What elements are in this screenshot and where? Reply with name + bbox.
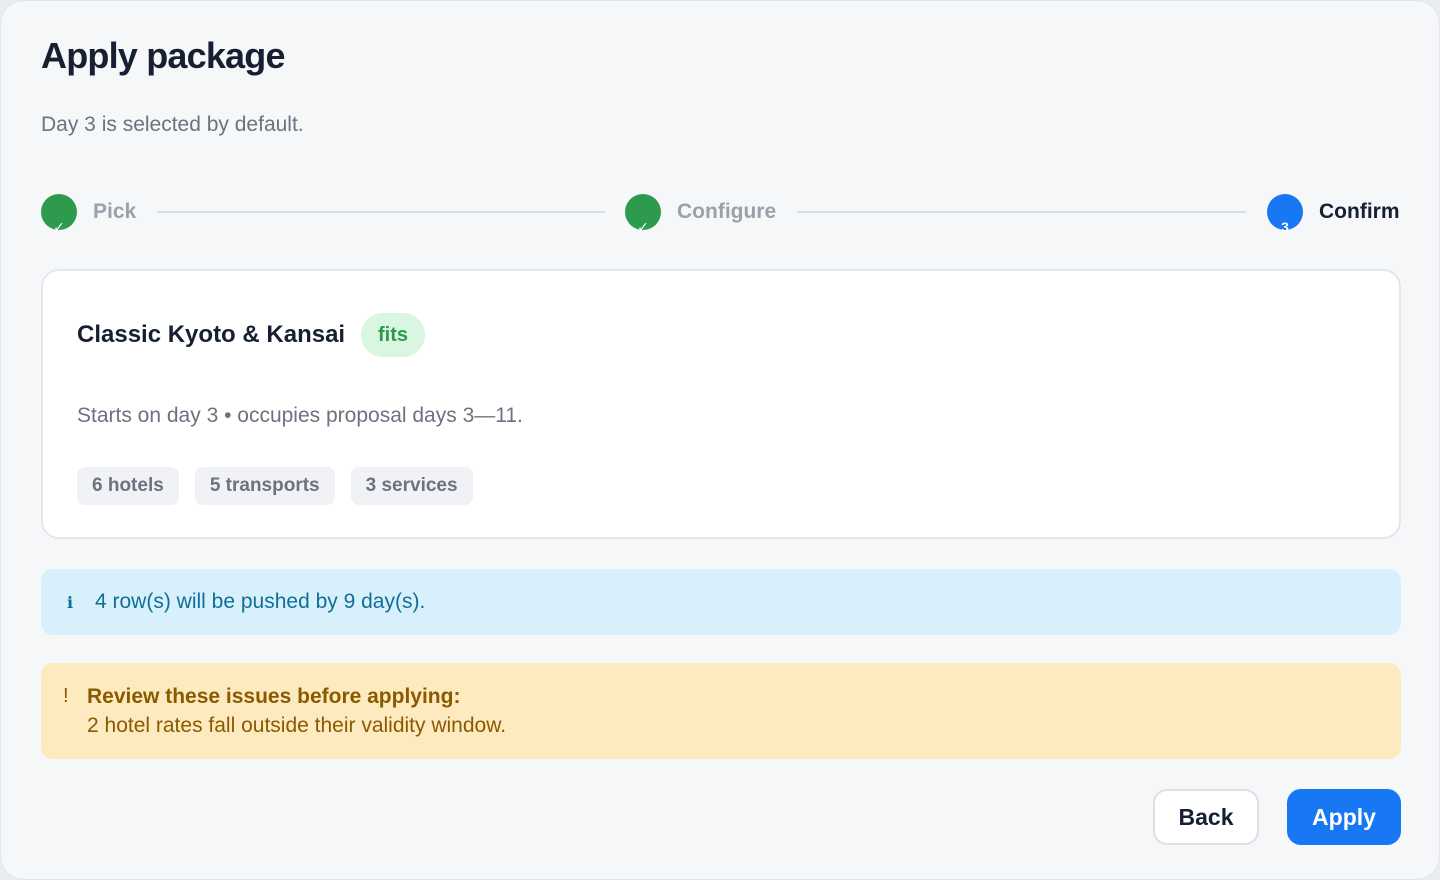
apply-package-dialog: Apply package Day 3 is selected by defau… <box>0 0 1440 880</box>
step-complete-icon: ✓ <box>625 194 661 234</box>
step-label: Configure <box>677 200 777 223</box>
step-configure[interactable]: ✓ Configure <box>625 193 777 234</box>
dialog-subtitle: Day 3 is selected by default. <box>41 113 304 136</box>
step-confirm[interactable]: 3 Confirm <box>1267 193 1400 234</box>
step-connector <box>797 211 1246 213</box>
apply-button[interactable]: Apply <box>1287 789 1401 845</box>
step-label: Pick <box>93 200 137 223</box>
services-chip: 3 services <box>350 467 473 505</box>
warning-banner: ! Review these issues before applying: 2… <box>41 663 1401 759</box>
package-card: Classic Kyoto & Kansai fits Starts on da… <box>41 269 1401 539</box>
step-label: Confirm <box>1319 200 1400 223</box>
stepper: ✓ Pick ✓ Configure 3 Confirm <box>41 193 1401 234</box>
info-icon: i <box>67 592 74 612</box>
step-connector <box>157 211 605 213</box>
step-number-icon: 3 <box>1267 194 1303 234</box>
transports-chip: 5 transports <box>194 467 335 505</box>
step-pick[interactable]: ✓ Pick <box>41 193 137 234</box>
package-summary-chips: 6 hotels 5 transports 3 services <box>77 467 473 505</box>
warning-title: Review these issues before applying: <box>87 685 461 708</box>
package-name: Classic Kyoto & Kansai <box>77 321 346 348</box>
dialog-title: Apply package <box>41 35 286 76</box>
info-message: 4 row(s) will be pushed by 9 day(s). <box>95 590 426 613</box>
step-complete-icon: ✓ <box>41 194 77 234</box>
fit-status-badge: fits <box>361 313 425 357</box>
warning-icon: ! <box>63 685 69 707</box>
hotels-chip: 6 hotels <box>77 467 179 505</box>
back-button[interactable]: Back <box>1153 789 1259 845</box>
package-description: Starts on day 3 • occupies proposal days… <box>77 404 523 427</box>
warning-message: 2 hotel rates fall outside their validit… <box>87 714 507 737</box>
info-banner: i 4 row(s) will be pushed by 9 day(s). <box>41 569 1401 635</box>
